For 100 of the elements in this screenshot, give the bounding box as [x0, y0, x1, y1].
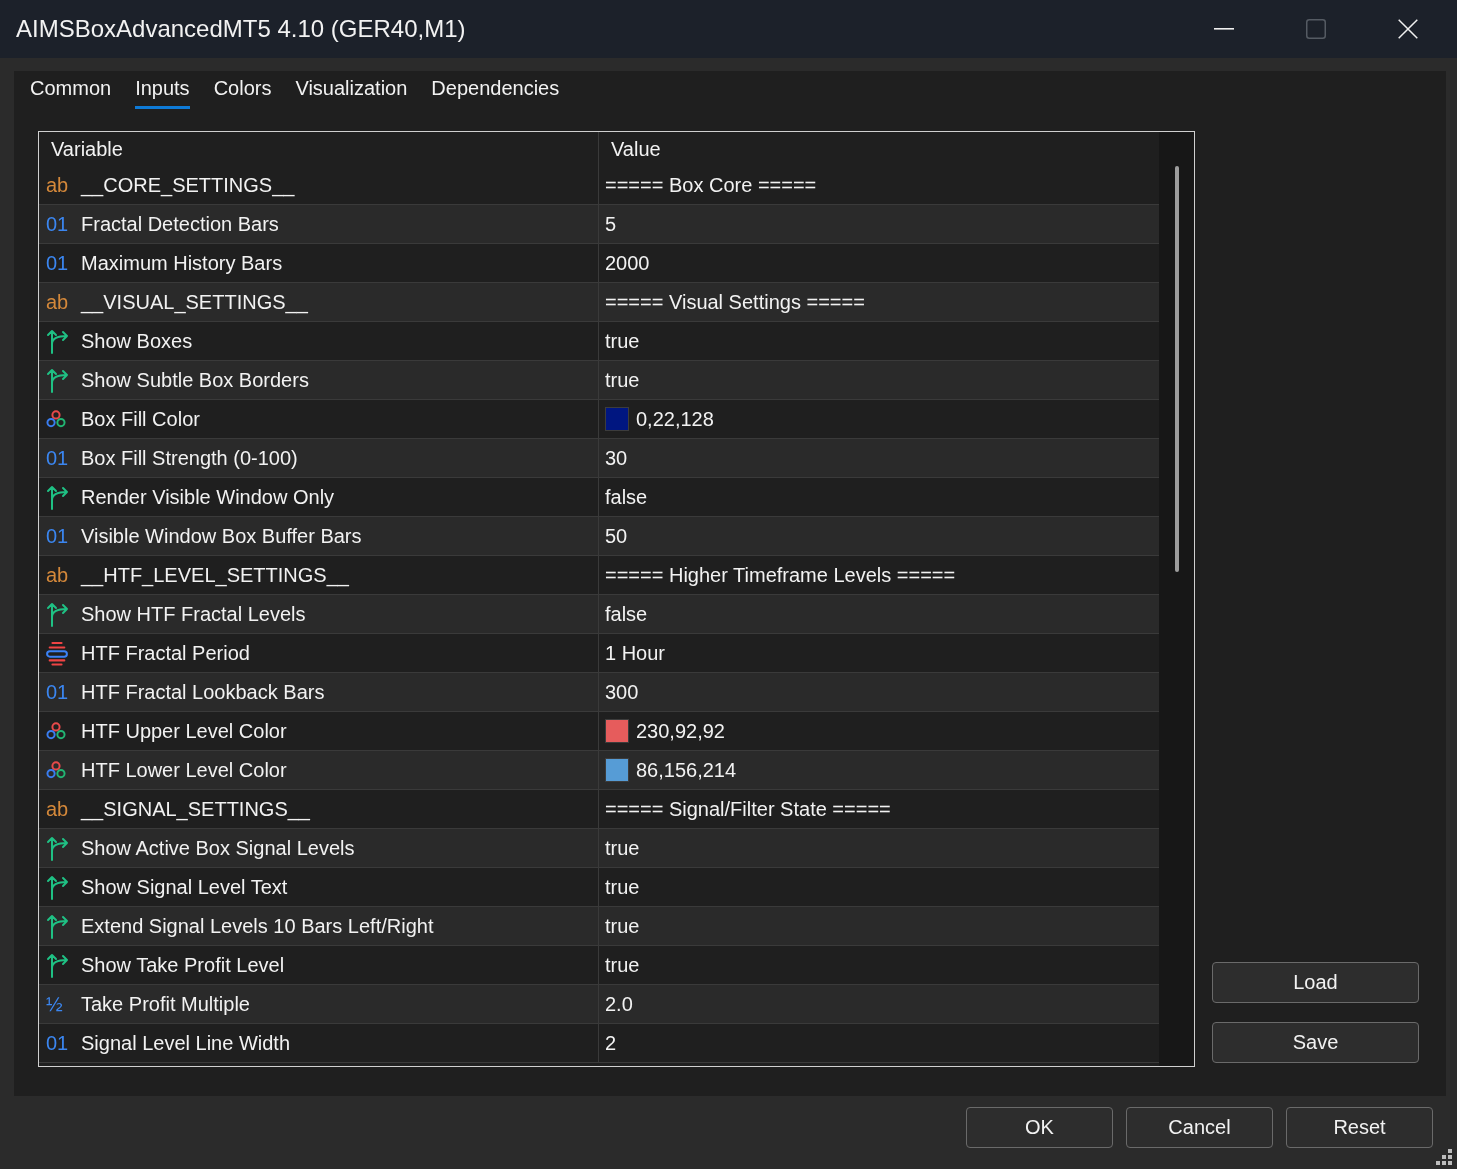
cancel-button[interactable]: Cancel — [1126, 1107, 1273, 1148]
integer-type-icon: 01 — [46, 682, 69, 702]
variable-name: HTF Fractal Lookback Bars — [81, 680, 325, 704]
minimize-icon — [1214, 28, 1234, 30]
table-row[interactable]: Show Take Profit Level true — [39, 946, 1159, 985]
table-row[interactable]: ab __VISUAL_SETTINGS__ ===== Visual Settings ===== — [39, 283, 1159, 322]
column-header: Variable — [51, 137, 123, 161]
variable-name: __VISUAL_SETTINGS__ — [81, 290, 308, 314]
value-cell: true — [605, 836, 640, 860]
table-row[interactable]: HTF Upper Level Color 230,92,92 — [39, 712, 1159, 751]
variable-name: HTF Upper Level Color — [81, 719, 287, 743]
close-icon — [1398, 19, 1418, 39]
variable-name: Signal Level Line Width — [81, 1031, 290, 1055]
table-row[interactable]: Show Boxes true — [39, 322, 1159, 361]
tab[interactable]: Common — [30, 71, 112, 109]
value-cell: 2.0 — [605, 992, 633, 1016]
tab[interactable]: Inputs — [135, 71, 190, 109]
table-row[interactable]: HTF Fractal Period 1 Hour — [39, 634, 1159, 673]
variable-name: Show Boxes — [81, 329, 193, 353]
variable-name: Show Take Profit Level — [81, 953, 285, 977]
variable-name: __SIGNAL_SETTINGS__ — [81, 797, 310, 821]
integer-type-icon: 01 — [46, 526, 69, 546]
value-cell: true — [605, 914, 640, 938]
value-cell: ===== Higher Timeframe Levels ===== — [605, 563, 956, 587]
value-cell: 2 — [605, 1031, 617, 1055]
branch-arrow-icon — [46, 874, 70, 900]
branch-arrow-icon — [46, 952, 70, 978]
ok-button[interactable]: OK — [966, 1107, 1113, 1148]
window-title: AIMSBoxAdvancedMT5 4.10 (GER40,M1) — [16, 15, 467, 43]
table-row[interactable]: ab __HTF_LEVEL_SETTINGS__ ===== Higher Timeframe Levels ===== — [39, 556, 1159, 595]
load-button[interactable]: Load — [1212, 962, 1419, 1003]
table-row[interactable]: Show Signal Level Text true — [39, 868, 1159, 907]
tab[interactable]: Visualization — [295, 71, 408, 109]
fraction-icon: ½ — [46, 994, 63, 1014]
text-type-icon: ab — [46, 565, 69, 585]
table-row[interactable]: Box Fill Color 0,22,128 — [39, 400, 1159, 439]
text-type-icon: ab — [46, 292, 69, 312]
table-row[interactable]: 01 Signal Level Line Width 2 — [39, 1024, 1159, 1063]
value-cell: 0,22,128 — [636, 407, 714, 431]
variable-name: __CORE_SETTINGS__ — [81, 173, 295, 197]
integer-type-icon: 01 — [46, 253, 69, 273]
integer-type-icon: 01 — [46, 214, 69, 234]
value-cell: true — [605, 953, 640, 977]
table-row[interactable]: Extend Signal Levels 10 Bars Left/Right true — [39, 907, 1159, 946]
three-circles-icon — [46, 761, 66, 779]
table-row[interactable]: ab __CORE_SETTINGS__ ===== Box Core ===== — [39, 166, 1159, 205]
variable-name: __HTF_LEVEL_SETTINGS__ — [81, 563, 349, 587]
text-type-icon: ab — [46, 799, 69, 819]
table-row[interactable]: HTF Lower Level Color 86,156,214 — [39, 751, 1159, 790]
branch-arrow-icon — [46, 484, 70, 510]
value-cell: ===== Signal/Filter State ===== — [605, 797, 891, 821]
three-circles-icon — [46, 722, 66, 740]
variable-name: Show Active Box Signal Levels — [81, 836, 355, 860]
variable-name: HTF Fractal Period — [81, 641, 250, 665]
variable-name: Render Visible Window Only — [81, 485, 335, 509]
table-row[interactable]: 01 Box Fill Strength (0-100) 30 — [39, 439, 1159, 478]
value-cell: 5 — [605, 212, 617, 236]
value-cell: 230,92,92 — [636, 719, 725, 743]
variable-name: Maximum History Bars — [81, 251, 283, 275]
variable-name: Extend Signal Levels 10 Bars Left/Right — [81, 914, 434, 938]
variable-name: Show Subtle Box Borders — [81, 368, 309, 392]
variable-name: HTF Lower Level Color — [81, 758, 287, 782]
resize-grip-icon[interactable] — [1436, 1149, 1452, 1165]
table-row[interactable]: Show HTF Fractal Levels false — [39, 595, 1159, 634]
tab[interactable]: Colors — [213, 71, 272, 109]
reset-button[interactable]: Reset — [1286, 1107, 1433, 1148]
table-row[interactable]: 01 HTF Fractal Lookback Bars 300 — [39, 673, 1159, 712]
save-button[interactable]: Save — [1212, 1022, 1419, 1063]
value-cell: 30 — [605, 446, 628, 470]
value-cell: true — [605, 875, 640, 899]
three-circles-icon — [46, 410, 66, 428]
value-cell: false — [605, 485, 648, 509]
table-row[interactable]: ½ Take Profit Multiple 2.0 — [39, 985, 1159, 1024]
list-lines-icon — [46, 640, 68, 666]
branch-arrow-icon — [46, 367, 70, 393]
value-cell: true — [605, 368, 640, 392]
table-row[interactable]: 01 Maximum History Bars 2000 — [39, 244, 1159, 283]
tab[interactable]: Dependencies — [431, 71, 560, 109]
table-row[interactable]: Render Visible Window Only false — [39, 478, 1159, 517]
scrollbar-thumb[interactable] — [1175, 166, 1179, 572]
branch-arrow-icon — [46, 328, 70, 354]
variable-name: Box Fill Color — [81, 407, 200, 431]
table-row[interactable]: 01 Fractal Detection Bars 5 — [39, 205, 1159, 244]
branch-arrow-icon — [46, 601, 70, 627]
table-row[interactable]: Show Subtle Box Borders true — [39, 361, 1159, 400]
text-type-icon: ab — [46, 175, 69, 195]
variable-name: Show HTF Fractal Levels — [81, 602, 306, 626]
integer-type-icon: 01 — [46, 1033, 69, 1053]
maximize-icon — [1306, 19, 1326, 39]
value-cell: ===== Box Core ===== — [605, 173, 817, 197]
value-cell: true — [605, 329, 640, 353]
table-row[interactable]: ab __SIGNAL_SETTINGS__ ===== Signal/Filter State ===== — [39, 790, 1159, 829]
branch-arrow-icon — [46, 835, 70, 861]
variable-name: Box Fill Strength (0-100) — [81, 446, 298, 470]
column-header: Value — [611, 137, 661, 161]
table-row[interactable]: 01 Visible Window Box Buffer Bars 50 — [39, 517, 1159, 556]
table-row[interactable]: Show Active Box Signal Levels true — [39, 829, 1159, 868]
variable-name: Show Signal Level Text — [81, 875, 288, 899]
value-cell: false — [605, 602, 648, 626]
variable-name: Visible Window Box Buffer Bars — [81, 524, 362, 548]
